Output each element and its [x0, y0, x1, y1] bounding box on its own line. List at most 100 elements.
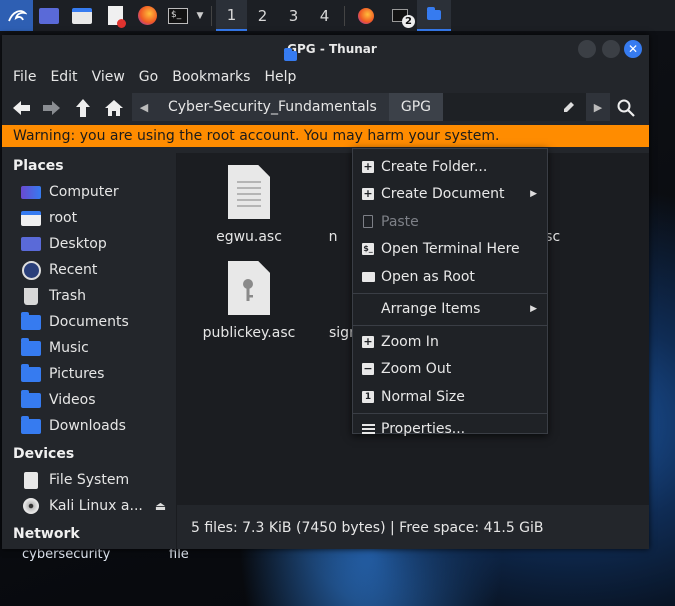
path-edit-area[interactable] [442, 93, 586, 121]
recent-clock-icon [21, 260, 41, 280]
folder-icon [72, 7, 92, 24]
menu-item-properties[interactable]: Properties... [353, 416, 547, 444]
file-item[interactable]: sign [312, 261, 354, 341]
desktop-icon-file[interactable]: file [169, 547, 189, 562]
menu-file[interactable]: File [6, 69, 43, 85]
sidebar-item-desktop[interactable]: Desktop [2, 231, 176, 257]
parent-folder-button[interactable] [67, 91, 98, 125]
places-heading: Places [13, 158, 64, 174]
network-heading: Network [13, 526, 80, 542]
submenu-arrow-icon: ▶ [530, 304, 537, 315]
sidebar-item-kali-disc[interactable]: Kali Linux a... ⏏ [2, 493, 176, 519]
sidebar-item-label: Downloads [49, 418, 126, 434]
sidebar-item-label: Desktop [49, 236, 107, 252]
launcher-dropdown[interactable]: ▼ [193, 0, 207, 31]
taskbar-terminal[interactable]: 2 [383, 0, 417, 31]
workspace-3[interactable]: 3 [278, 0, 309, 31]
menu-bookmarks[interactable]: Bookmarks [165, 69, 257, 85]
maximize-button[interactable] [602, 40, 620, 58]
clipboard-icon [361, 215, 375, 229]
file-item[interactable]: n [314, 165, 354, 245]
menu-go[interactable]: Go [132, 69, 165, 85]
text-file-icon [228, 165, 270, 219]
desktop-icon [39, 7, 59, 24]
search-button[interactable] [610, 91, 641, 125]
documents-folder-icon [21, 311, 41, 331]
sidebar-item-trash[interactable]: Trash [2, 283, 176, 309]
taskbar-thunar[interactable] [417, 0, 451, 31]
properties-icon [361, 422, 375, 436]
window-title: GPG - Thunar [287, 42, 377, 56]
eject-icon[interactable]: ⏏ [155, 499, 166, 513]
sidebar-item-label: Trash [49, 288, 86, 304]
show-desktop-button[interactable] [33, 0, 65, 31]
path-scroll-left[interactable]: ◀ [132, 93, 156, 121]
menu-item-create-document[interactable]: + Create Document ▶ [353, 181, 547, 209]
sidebar-item-label: root [49, 210, 78, 226]
sidebar-item-music[interactable]: Music [2, 335, 176, 361]
menu-item-label: Arrange Items [381, 301, 481, 318]
text-editor-launcher[interactable] [99, 0, 131, 31]
taskbar-firefox[interactable] [349, 0, 383, 31]
sidebar-item-label: Recent [49, 262, 98, 278]
sidebar-item-label: Kali Linux a... [49, 498, 143, 514]
path-scroll-right[interactable]: ▶ [586, 93, 610, 121]
firefox-icon [358, 7, 374, 24]
menu-item-open-terminal[interactable]: $_ Open Terminal Here [353, 236, 547, 264]
menu-item-label: Normal Size [381, 388, 465, 405]
menu-edit[interactable]: Edit [43, 69, 84, 85]
sidebar-item-label: Music [49, 340, 89, 356]
menu-bar: File Edit View Go Bookmarks Help [2, 63, 649, 91]
menu-separator [353, 292, 547, 294]
menu-item-open-as-root[interactable]: Open as Root [353, 263, 547, 291]
file-item[interactable]: publickey.asc [194, 261, 304, 341]
close-button[interactable]: ✕ [624, 40, 642, 58]
sidebar-item-videos[interactable]: Videos [2, 387, 176, 413]
menu-help[interactable]: Help [257, 69, 303, 85]
window-folder-icon [284, 48, 298, 61]
home-button[interactable] [98, 91, 129, 125]
path-crumb-parent[interactable]: Cyber-Security_Fundamentals [156, 93, 389, 121]
menu-item-arrange-items[interactable]: Arrange Items ▶ [353, 296, 547, 324]
workspace-4[interactable]: 4 [309, 0, 340, 31]
terminal-launcher[interactable]: $_ [163, 0, 193, 31]
menu-item-paste[interactable]: Paste [353, 208, 547, 236]
menu-item-zoom-in[interactable]: + Zoom In [353, 328, 547, 356]
sidebar-item-recent[interactable]: Recent [2, 257, 176, 283]
sidebar-item-file-system[interactable]: File System [2, 467, 176, 493]
status-bar: 5 files: 7.3 KiB (7450 bytes) | Free spa… [177, 507, 649, 549]
workspace-2[interactable]: 2 [247, 0, 278, 31]
file-manager-launcher[interactable] [65, 0, 99, 31]
firefox-launcher[interactable] [131, 0, 163, 31]
submenu-arrow-icon: ▶ [530, 189, 537, 200]
desktop-icon-cybersecurity[interactable]: cybersecurity [22, 547, 110, 562]
menu-item-label: Zoom In [381, 333, 439, 350]
kali-menu-button[interactable] [0, 0, 33, 31]
computer-icon [21, 184, 41, 201]
firefox-icon [137, 6, 157, 25]
menu-item-label: Create Document [381, 186, 505, 203]
path-crumb-current[interactable]: GPG [388, 93, 443, 121]
sidebar-item-computer[interactable]: Computer [2, 179, 176, 205]
title-bar[interactable]: GPG - Thunar ✕ [2, 35, 649, 63]
drive-icon [21, 471, 41, 489]
back-button[interactable] [5, 91, 36, 125]
menu-view[interactable]: View [85, 69, 132, 85]
folder-icon [361, 270, 375, 284]
plus-icon: + [362, 187, 374, 201]
sidebar-item-pictures[interactable]: Pictures [2, 361, 176, 387]
sidebar-item-downloads[interactable]: Downloads [2, 413, 176, 439]
sidebar-item-root[interactable]: root [2, 205, 176, 231]
workspace-1[interactable]: 1 [216, 0, 247, 31]
menu-item-normal-size[interactable]: 1 Normal Size [353, 383, 547, 411]
zoom-out-icon: − [362, 362, 374, 376]
menu-item-create-folder[interactable]: + Create Folder... [353, 153, 547, 181]
sidebar-item-label: Computer [49, 184, 119, 200]
minimize-button[interactable] [578, 40, 596, 58]
forward-button[interactable] [36, 91, 67, 125]
plus-icon: + [362, 159, 374, 173]
file-item[interactable]: egwu.asc [194, 165, 304, 245]
menu-item-label: Open as Root [381, 268, 475, 285]
sidebar-item-documents[interactable]: Documents [2, 309, 176, 335]
menu-item-zoom-out[interactable]: − Zoom Out [353, 356, 547, 384]
